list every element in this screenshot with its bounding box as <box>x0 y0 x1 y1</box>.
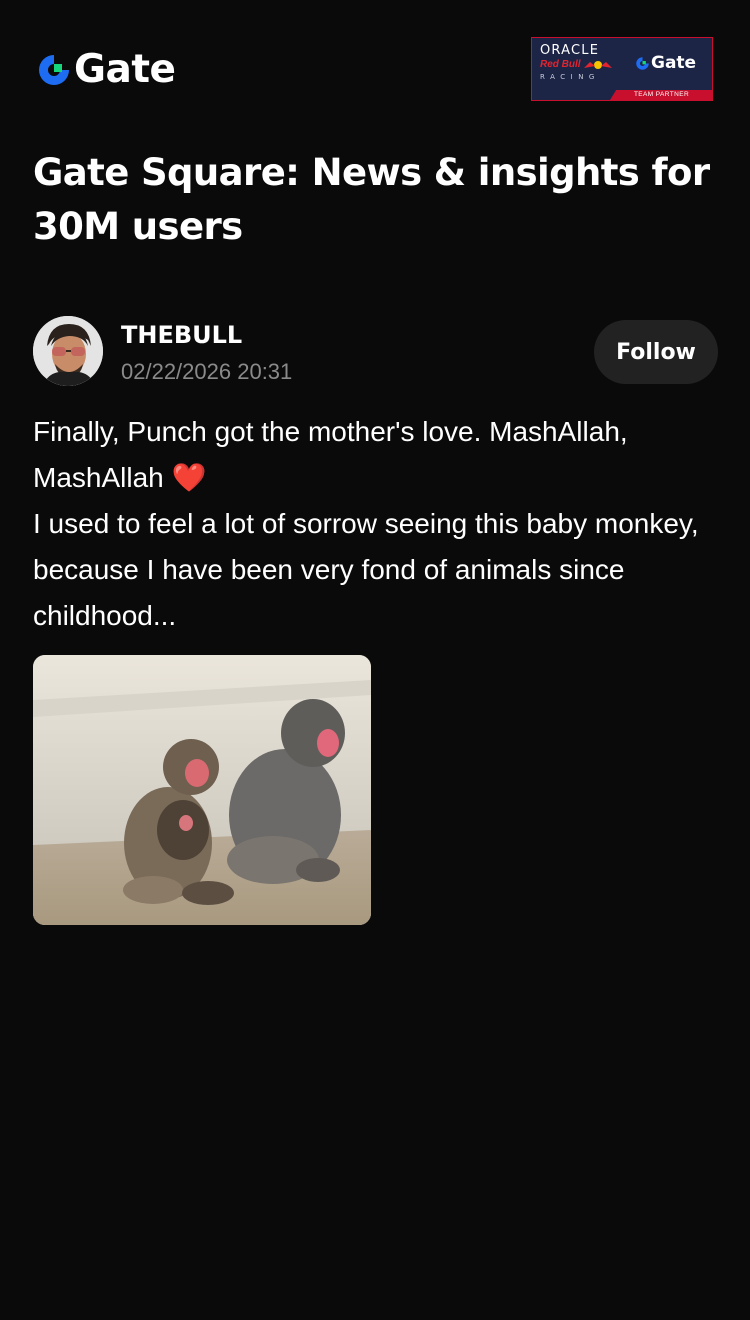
gate-mini-icon <box>636 56 649 70</box>
post-paragraph-1: Finally, Punch got the mother's love. Ma… <box>33 409 723 501</box>
page-title: Gate Square: News & insights for 30M use… <box>33 151 710 248</box>
avatar-icon <box>33 316 103 386</box>
post-line-1: Finally, Punch got the mother's love. Ma… <box>33 416 628 493</box>
gate-logo-text: Gate <box>74 47 176 92</box>
partner-badge[interactable]: ORACLE Red Bull RACING Gate TEAM PARTNER <box>531 37 713 101</box>
post-image[interactable] <box>33 655 371 925</box>
post-paragraph-2: I used to feel a lot of sorrow seeing th… <box>33 508 699 631</box>
redbull-row: Red Bull <box>540 59 632 71</box>
oracle-text: ORACLE <box>540 43 600 58</box>
post-timestamp: 02/22/2026 20:31 <box>121 359 293 384</box>
page: Gate ORACLE Red Bull RACING Gate TEAM PA… <box>0 0 750 1320</box>
redbull-text: Red Bull <box>540 59 581 70</box>
author-name[interactable]: THEBULL <box>121 320 242 350</box>
follow-button[interactable]: Follow <box>594 320 718 384</box>
header: Gate ORACLE Red Bull RACING Gate TEAM PA… <box>0 0 750 130</box>
gate-logo[interactable]: Gate <box>36 47 176 92</box>
racing-text: RACING <box>540 73 600 81</box>
team-partner-strip: TEAM PARTNER <box>610 90 713 100</box>
redbull-bulls-icon <box>583 61 612 69</box>
partner-gate-logo: Gate <box>635 54 696 72</box>
post-author-row: THEBULL 02/22/2026 20:31 Follow <box>33 316 723 388</box>
partner-oracle-redbull: ORACLE Red Bull RACING <box>540 44 632 82</box>
post-body[interactable]: Finally, Punch got the mother's love. Ma… <box>33 409 723 639</box>
gate-logo-icon <box>39 55 69 85</box>
avatar[interactable] <box>33 316 103 386</box>
monkeys-photo-icon <box>33 655 371 925</box>
heart-icon: ❤️ <box>171 462 207 493</box>
partner-gate-text: Gate <box>651 53 697 73</box>
